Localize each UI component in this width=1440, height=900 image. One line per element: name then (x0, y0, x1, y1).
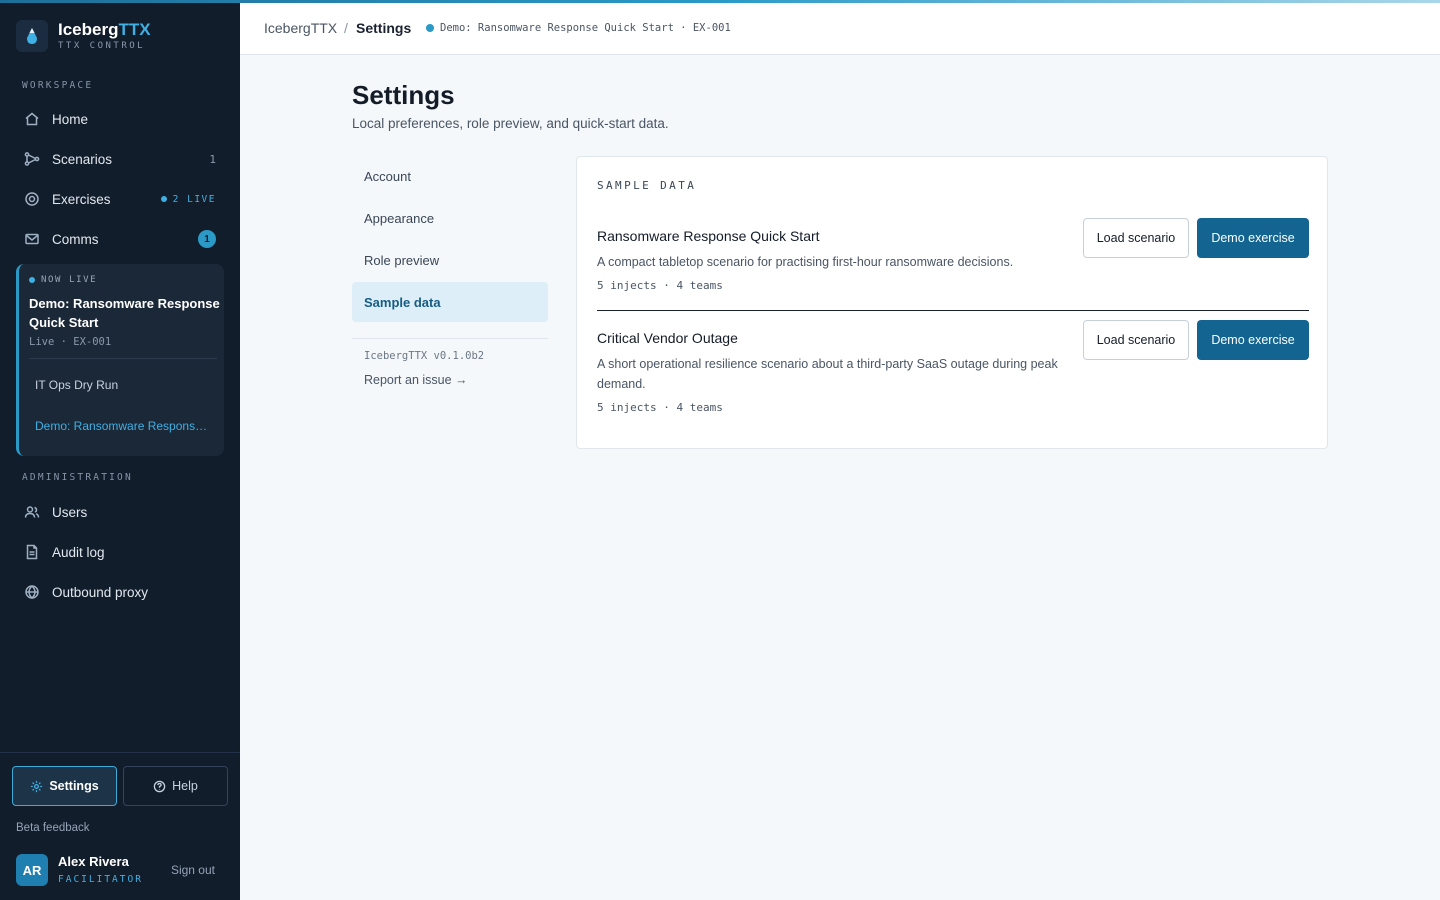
top-bar: IcebergTTX / Settings Demo: Ransomware R… (240, 0, 1440, 55)
administration-section-label: ADMINISTRATION (22, 472, 133, 483)
live-subitem-demo-ransomware[interactable]: Demo: Ransomware Response Quick Start (35, 419, 211, 433)
sidebar-item-label: Outbound proxy (52, 584, 149, 600)
help-icon (153, 780, 166, 792)
sidebar-footer: Settings Help Beta feedback AR Alex Rive… (0, 752, 240, 900)
divider (352, 338, 548, 339)
version-label: IcebergTTX v0.1.0b2 (364, 350, 485, 362)
brand-name: IcebergTTX (58, 20, 151, 39)
sidebar-item-comms[interactable]: Comms 1 (12, 221, 228, 257)
load-scenario-button[interactable]: Load scenario (1083, 320, 1189, 360)
settings-nav-role-preview[interactable]: Role preview (352, 240, 548, 280)
breadcrumb-current: Settings (356, 20, 412, 36)
sidebar-item-outbound-proxy[interactable]: Outbound proxy (12, 574, 228, 610)
sidebar-item-label: Exercises (52, 191, 111, 207)
home-icon (24, 111, 40, 127)
demo-exercise-button[interactable]: Demo exercise (1197, 320, 1309, 360)
divider (597, 310, 1309, 311)
live-subitem-it-ops[interactable]: IT Ops Dry Run (35, 378, 118, 392)
live-dot-icon (29, 277, 35, 283)
live-exercise-title: Demo: Ransomware Response Quick Start (29, 296, 220, 330)
gear-icon (31, 780, 43, 792)
settings-nav-account[interactable]: Account (352, 156, 548, 196)
settings-nav-sample-data[interactable]: Sample data (352, 282, 548, 322)
live-exercise-meta: Live · EX-001 (29, 336, 112, 348)
active-exercise-pill[interactable]: Demo: Ransomware Response Quick Start · … (426, 22, 731, 34)
sidebar-item-label: Comms (52, 231, 99, 247)
now-live-tag: NOW LIVE (29, 275, 97, 285)
users-icon (24, 504, 40, 520)
scenario-description: A short operational resilience scenario … (597, 357, 1058, 391)
exercises-live-indicator: 2 LIVE (160, 194, 216, 205)
sidebar-item-label: Audit log (52, 544, 105, 560)
top-accent-bar (0, 0, 1440, 3)
report-issue-link[interactable]: Report an issue → (364, 373, 468, 387)
page-title: Settings (352, 80, 455, 110)
exercises-icon (24, 191, 40, 207)
sidebar-item-audit-log[interactable]: Audit log (12, 534, 228, 570)
settings-button[interactable]: Settings (12, 766, 117, 806)
sample-data-panel: SAMPLE DATA Ransomware Response Quick St… (576, 156, 1328, 449)
sidebar-item-label: Scenarios (52, 151, 113, 167)
user-name: Alex Rivera (58, 854, 129, 869)
sidebar: IcebergTTX TTX CONTROL WORKSPACE Home Sc… (0, 0, 240, 900)
scenario-title: Ransomware Response Quick Start (597, 228, 820, 244)
scenario-title: Critical Vendor Outage (597, 330, 738, 346)
scenario-meta: 5 injects · 4 teams (597, 279, 723, 292)
load-scenario-button[interactable]: Load scenario (1083, 218, 1189, 258)
sidebar-item-label: Home (52, 111, 89, 127)
iceberg-logo-icon (16, 20, 48, 52)
live-exercise-card[interactable]: NOW LIVE Demo: Ransomware Response Quick… (16, 264, 224, 456)
page-subtitle: Local preferences, role preview, and qui… (352, 116, 669, 131)
scenario-meta: 5 injects · 4 teams (597, 401, 723, 414)
scenarios-icon (24, 151, 40, 167)
sidebar-item-label: Users (52, 504, 88, 520)
sidebar-item-users[interactable]: Users (12, 494, 228, 530)
sidebar-item-scenarios[interactable]: Scenarios 1 (12, 141, 228, 177)
scenario-description: A compact tabletop scenario for practisi… (597, 255, 1014, 269)
brand[interactable]: IcebergTTX TTX CONTROL (16, 20, 151, 52)
globe-icon (24, 584, 40, 600)
mail-icon (24, 231, 40, 247)
status-dot-icon (426, 24, 434, 32)
scenarios-count: 1 (209, 152, 216, 166)
workspace-section-label: WORKSPACE (22, 80, 94, 91)
avatar[interactable]: AR (16, 854, 48, 886)
breadcrumb-root[interactable]: IcebergTTX (264, 20, 337, 36)
demo-exercise-button[interactable]: Demo exercise (1197, 218, 1309, 258)
document-icon (24, 544, 40, 560)
user-role: FACILITATOR (58, 874, 143, 885)
comms-unread-badge: 1 (198, 230, 216, 248)
beta-feedback-link[interactable]: Beta feedback (16, 822, 90, 834)
divider (29, 358, 217, 359)
breadcrumb-separator: / (344, 20, 348, 36)
sidebar-item-exercises[interactable]: Exercises 2 LIVE (12, 181, 228, 217)
help-button[interactable]: Help (123, 766, 228, 806)
sign-out-button[interactable]: Sign out (171, 863, 215, 877)
panel-section-label: SAMPLE DATA (597, 179, 697, 192)
settings-nav-appearance[interactable]: Appearance (352, 198, 548, 238)
sidebar-item-home[interactable]: Home (12, 101, 228, 137)
live-dot-icon (160, 196, 167, 202)
brand-subtitle: TTX CONTROL (58, 41, 146, 51)
